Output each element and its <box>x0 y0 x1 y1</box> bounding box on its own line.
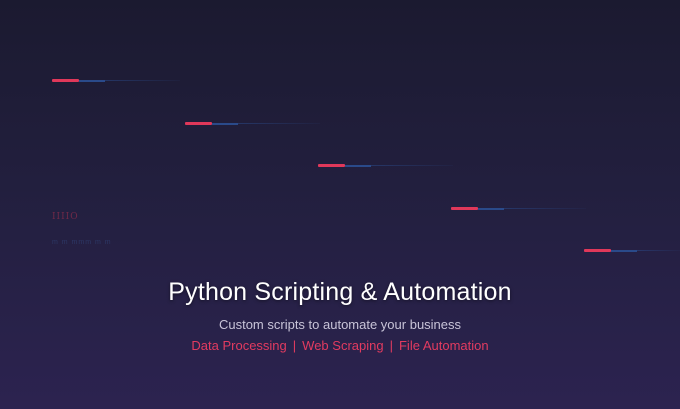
decor-line-2 <box>185 122 320 125</box>
decor-line-1 <box>52 79 180 82</box>
hero-title: Python Scripting & Automation <box>168 278 512 306</box>
service-link-data-processing[interactable]: Data Processing <box>191 338 286 353</box>
decor-line-3 <box>318 164 453 167</box>
decor-line-5 <box>584 249 680 252</box>
separator: | <box>292 338 297 353</box>
separator: | <box>389 338 393 353</box>
hero-subtitle: Custom scripts to automate your business <box>218 317 462 332</box>
service-link-file-automation[interactable]: File Automation <box>399 338 489 353</box>
decor-line-4 <box>451 207 586 210</box>
service-link-web-scraping[interactable]: Web Scraping <box>302 338 383 353</box>
decor-mark: IIIIO <box>52 212 79 222</box>
decor-subtext: m m mmm m m <box>52 239 112 246</box>
services-list: Data Processing | Web Scraping | File Automa… <box>0 338 680 353</box>
